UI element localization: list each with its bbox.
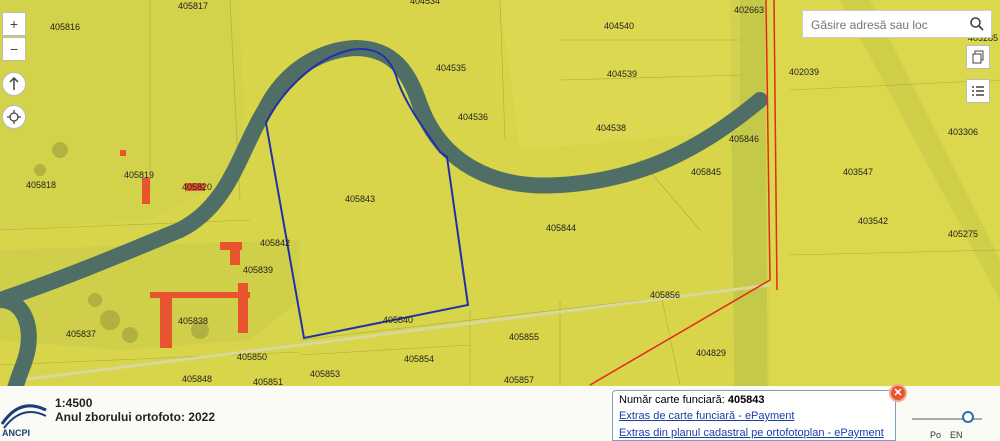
parcel-label: 404829 bbox=[696, 348, 727, 358]
parcel-label: 405855 bbox=[509, 332, 540, 342]
search-icon[interactable] bbox=[969, 16, 985, 32]
parcel-label: 405275 bbox=[948, 229, 979, 239]
parcel-label: 403306 bbox=[948, 127, 979, 137]
search-input[interactable] bbox=[809, 12, 968, 38]
parcel-label: 404534 bbox=[410, 0, 441, 6]
parcel-label: 402663 bbox=[734, 5, 765, 15]
extras-carte-link[interactable]: Extras de carte funciară - ePayment bbox=[619, 410, 794, 422]
zoom-out-button[interactable]: − bbox=[2, 37, 26, 61]
parcel-label: 405856 bbox=[650, 290, 681, 300]
legend-button[interactable] bbox=[966, 79, 990, 103]
parcel-label: 405842 bbox=[260, 238, 291, 248]
parcel-info-popup: Număr carte funciară: 405843 Extras de c… bbox=[612, 390, 896, 441]
parcel-label: 405843 bbox=[345, 194, 376, 204]
parcel-label: 405837 bbox=[66, 329, 97, 339]
zoom-out-label: − bbox=[9, 41, 19, 57]
parcel-label: 404540 bbox=[604, 21, 635, 31]
parcel-label: 405840 bbox=[383, 315, 414, 325]
parcel-label: 405838 bbox=[178, 316, 209, 326]
parcel-label: 405850 bbox=[237, 352, 268, 362]
crosshair-icon bbox=[7, 110, 21, 124]
arrow-up-icon bbox=[9, 77, 19, 90]
parcel-label: 405854 bbox=[404, 354, 435, 364]
parcel-label: 405848 bbox=[182, 374, 213, 384]
zoom-in-label: + bbox=[9, 16, 19, 32]
ancpi-logo: ANCPI bbox=[0, 404, 47, 437]
ortho-year-text: Anul zborului ortofoto: 2022 bbox=[55, 410, 215, 424]
list-icon bbox=[972, 86, 984, 96]
parcel-label: 403542 bbox=[858, 216, 889, 226]
parcel-label: 405816 bbox=[50, 22, 81, 32]
carte-funciara-label: Număr carte funciară: bbox=[619, 394, 725, 406]
parcel-label: 405819 bbox=[124, 170, 155, 180]
scale-readout: 1:4500 bbox=[55, 396, 93, 410]
layers-icon bbox=[972, 50, 984, 64]
zoom-in-button[interactable]: + bbox=[2, 12, 26, 36]
map-canvas[interactable] bbox=[0, 0, 1000, 441]
parcel-label: 405817 bbox=[178, 1, 209, 11]
carte-funciara-value: 405843 bbox=[727, 394, 765, 406]
parcel-label: 404539 bbox=[607, 69, 638, 79]
parcel-label: 405844 bbox=[546, 223, 577, 233]
parcel-label: 404535 bbox=[436, 63, 467, 73]
layers-button[interactable] bbox=[966, 45, 990, 69]
parcel-label: 405839 bbox=[243, 265, 274, 275]
parcel-label: 405820 bbox=[182, 182, 213, 192]
parcel-label: 404538 bbox=[596, 123, 627, 133]
parcel-label: 405845 bbox=[691, 167, 722, 177]
close-icon[interactable]: ✕ bbox=[889, 384, 907, 402]
slider-label: Po bbox=[930, 430, 942, 440]
locate-button[interactable] bbox=[2, 105, 26, 129]
parcel-label: 405853 bbox=[310, 369, 341, 379]
opacity-slider-handle[interactable] bbox=[962, 411, 974, 423]
parcel-label: 403547 bbox=[843, 167, 874, 177]
search-box bbox=[802, 10, 992, 38]
parcel-label: 404536 bbox=[458, 112, 489, 122]
language-toggle[interactable]: EN bbox=[950, 430, 963, 440]
extras-plan-link[interactable]: Extras din planul cadastral pe ortofotop… bbox=[619, 427, 884, 439]
parcel-label: 405818 bbox=[26, 180, 57, 190]
parcel-label: 402039 bbox=[789, 67, 820, 77]
parcel-label: 405857 bbox=[504, 375, 535, 385]
popup-title-row: Număr carte funciară: 405843 bbox=[619, 394, 765, 406]
svg-text:ANCPI: ANCPI bbox=[2, 428, 30, 437]
north-arrow-button[interactable] bbox=[2, 72, 26, 96]
parcel-label: 405846 bbox=[729, 134, 760, 144]
